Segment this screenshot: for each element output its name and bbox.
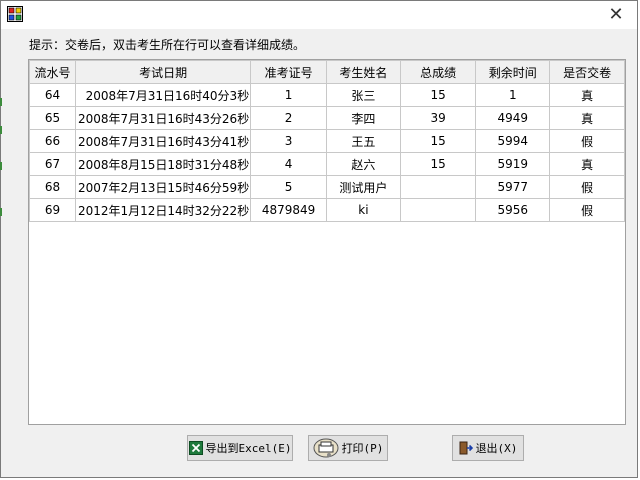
exit-button[interactable]: 退出(X): [452, 435, 524, 461]
cell-time-left: 5956: [475, 198, 551, 222]
cell-total-score: 15: [399, 129, 477, 153]
title-bar: ✕: [1, 1, 637, 29]
cell-total-score: 15: [399, 152, 477, 176]
cell-submitted: 真: [549, 152, 625, 176]
cell-time-left: 5994: [475, 129, 551, 153]
cell-serial: 65: [29, 106, 76, 130]
print-button[interactable]: 打印(P): [308, 435, 388, 461]
cell-serial: 66: [29, 129, 76, 153]
edge-mark: [0, 126, 2, 134]
col-header-exam-date[interactable]: 考试日期: [74, 60, 252, 84]
cell-total-score: [399, 175, 477, 199]
col-header-time-left[interactable]: 剩余时间: [475, 60, 551, 84]
print-button-label: 打印(P): [341, 442, 384, 455]
table-row[interactable]: 64 2008年7月31日16时40分3秒 1 张三 15 1 真: [29, 83, 625, 107]
col-header-submitted[interactable]: 是否交卷: [549, 60, 625, 84]
edge-mark: [0, 208, 2, 216]
col-header-total-score[interactable]: 总成绩: [399, 60, 477, 84]
table-row[interactable]: 65 2008年7月31日16时43分26秒 2 李四 39 4949 真: [29, 106, 625, 130]
cell-ticket-no: 3: [250, 129, 328, 153]
records-table: 流水号 考试日期 准考证号 考生姓名 总成绩 剩余时间 是否交卷 64 2008…: [29, 60, 625, 222]
cell-total-score: 39: [399, 106, 477, 130]
cell-name: ki: [326, 198, 401, 222]
table-row[interactable]: 67 2008年8月15日18时31分48秒 4 赵六 15 5919 真: [29, 152, 625, 176]
cell-serial: 68: [29, 175, 76, 199]
cell-time-left: 4949: [475, 106, 551, 130]
cell-submitted: 假: [549, 129, 625, 153]
cell-ticket-no: 2: [250, 106, 328, 130]
header-row: 流水号 考试日期 准考证号 考生姓名 总成绩 剩余时间 是否交卷: [29, 60, 625, 84]
cell-submitted: 真: [549, 83, 625, 107]
hint-text: 提示：交卷后，双击考生所在行可以查看详细成绩。: [29, 38, 306, 52]
cell-ticket-no: 1: [250, 83, 328, 107]
cell-name: 李四: [326, 106, 401, 130]
cell-time-left: 5919: [475, 152, 551, 176]
close-button[interactable]: ✕: [601, 3, 631, 27]
exit-door-icon: [459, 441, 473, 455]
cell-submitted: 假: [549, 198, 625, 222]
cell-ticket-no: 4: [250, 152, 328, 176]
edge-mark: [0, 162, 2, 170]
cell-exam-date: 2008年7月31日16时43分41秒: [74, 129, 252, 153]
col-header-ticket-no[interactable]: 准考证号: [250, 60, 328, 84]
cell-total-score: 15: [399, 83, 477, 107]
cell-name: 张三: [326, 83, 401, 107]
col-header-serial[interactable]: 流水号: [29, 60, 76, 84]
cell-exam-date: 2012年1月12日14时32分22秒: [74, 198, 252, 222]
cell-exam-date: 2008年8月15日18时31分48秒: [74, 152, 252, 176]
table-row[interactable]: 69 2012年1月12日14时32分22秒 4879849 ki 5956 假: [29, 198, 625, 222]
cell-name: 赵六: [326, 152, 401, 176]
exam-records-window: ✕ 提示：交卷后，双击考生所在行可以查看详细成绩。 流水号 考试日期 准考证号 …: [0, 0, 638, 478]
exit-button-label: 退出(X): [475, 442, 518, 455]
col-header-name[interactable]: 考生姓名: [326, 60, 401, 84]
cell-time-left: 5977: [475, 175, 551, 199]
excel-icon: [188, 441, 203, 455]
cell-submitted: 假: [549, 175, 625, 199]
export-excel-button[interactable]: 导出到Excel(E): [187, 435, 293, 461]
cell-exam-date: 2007年2月13日15时46分59秒: [74, 175, 252, 199]
export-button-label: 导出到Excel(E): [205, 442, 292, 455]
cell-total-score: [399, 198, 477, 222]
cell-exam-date: 2008年7月31日16时40分3秒: [74, 83, 252, 107]
cell-name: 测试用户: [326, 175, 401, 199]
cell-serial: 69: [29, 198, 76, 222]
table-row[interactable]: 68 2007年2月13日15时46分59秒 5 测试用户 5977 假: [29, 175, 625, 199]
cell-exam-date: 2008年7月31日16时43分26秒: [74, 106, 252, 130]
cell-name: 王五: [326, 129, 401, 153]
edge-mark: [0, 98, 2, 106]
printer-icon: [313, 438, 339, 458]
table-row[interactable]: 66 2008年7月31日16时43分41秒 3 王五 15 5994 假: [29, 129, 625, 153]
app-icon: [7, 6, 23, 22]
cell-ticket-no: 4879849: [250, 198, 328, 222]
cell-submitted: 真: [549, 106, 625, 130]
cell-serial: 67: [29, 152, 76, 176]
cell-serial: 64: [29, 83, 76, 107]
cell-ticket-no: 5: [250, 175, 328, 199]
records-grid[interactable]: 流水号 考试日期 准考证号 考生姓名 总成绩 剩余时间 是否交卷 64 2008…: [28, 59, 626, 425]
cell-time-left: 1: [475, 83, 551, 107]
